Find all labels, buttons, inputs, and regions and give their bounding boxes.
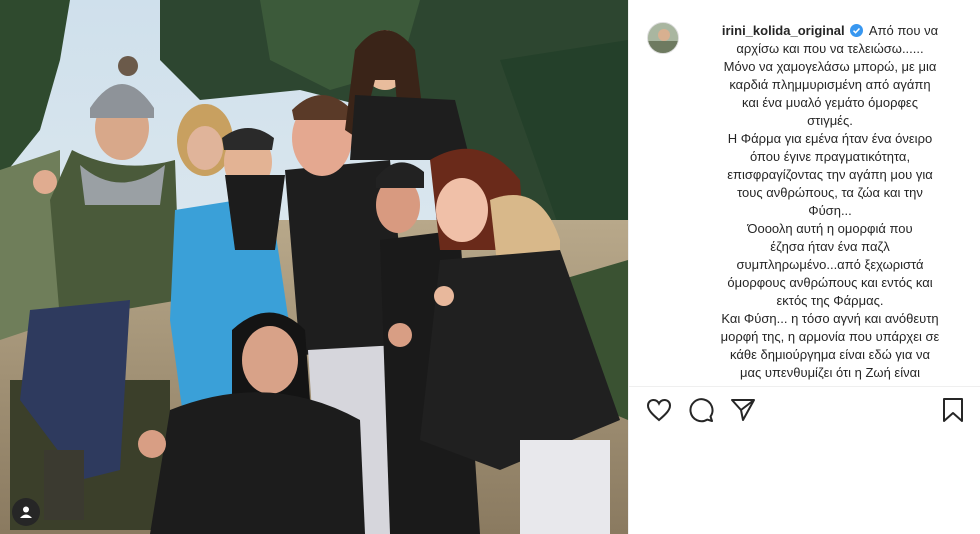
user-tag-icon[interactable] <box>12 498 40 526</box>
caption-line: όπου έγινε πραγματικότητα, <box>749 149 911 164</box>
share-icon <box>731 399 755 421</box>
caption-line: Η Φάρμα για εμένα ήταν ένα όνειρο <box>727 131 933 146</box>
caption-line: Και Φύση... η τόσο αγνή και ανόθευτη <box>721 311 939 326</box>
caption-line: κάθε δημιούργημα είναι εδώ για να <box>730 347 930 362</box>
caption-line: καρδιά πλημμυρισμένη από αγάπη <box>729 77 931 92</box>
heart-icon <box>646 398 672 422</box>
comment-button[interactable] <box>687 396 715 424</box>
caption-line: εκτός της Φάρμας. <box>776 293 884 308</box>
verified-badge-icon <box>850 24 864 37</box>
group-photo-image <box>0 0 628 534</box>
caption-line: Φύση... <box>808 203 852 218</box>
caption-line: έζησα ήταν ένα παζλ <box>770 239 890 254</box>
bookmark-icon <box>943 398 963 422</box>
caption-line: συμπληρωμένο...από ξεχωριστά <box>736 257 924 272</box>
post-photo[interactable] <box>0 0 628 534</box>
avatar[interactable] <box>647 22 679 54</box>
caption-line: αρχίσω και που να τελειώσω...... <box>736 41 924 56</box>
save-button[interactable] <box>939 396 967 424</box>
divider <box>629 386 980 387</box>
like-button[interactable] <box>645 396 673 424</box>
username-link[interactable]: irini_kolida_original <box>722 23 845 38</box>
caption-line: Όοοολη αυτή η ομορφιά που <box>747 221 913 236</box>
caption-line: στιγμές. <box>807 113 853 128</box>
caption-line: τους ανθρώπους, τα ζώα και την <box>737 185 923 200</box>
caption-line: και ένα μυαλό γεμάτο όμορφες <box>742 95 918 110</box>
caption-area: irini_kolida_original Από που να αρχίσω … <box>629 0 980 386</box>
action-bar <box>629 396 980 428</box>
caption-line: Μόνο να χαμογελάσω μπορώ, με μια <box>723 59 937 74</box>
post-caption: irini_kolida_original Από που να αρχίσω … <box>695 22 965 382</box>
comment-icon <box>689 398 714 423</box>
caption-line: όμορφους ανθρώπους και εντός και <box>727 275 933 290</box>
caption-line: μας υπενθυμίζει ότι η Ζωή είναι <box>739 365 921 380</box>
caption-line: μορφή της, η αρμονία που υπάρχει σε <box>720 329 940 344</box>
post-side-panel: irini_kolida_original Από που να αρχίσω … <box>628 0 980 534</box>
share-button[interactable] <box>729 396 757 424</box>
caption-line: Από που να <box>868 23 939 38</box>
caption-line: επισφραγίζοντας την αγάπη μου για <box>727 167 933 182</box>
